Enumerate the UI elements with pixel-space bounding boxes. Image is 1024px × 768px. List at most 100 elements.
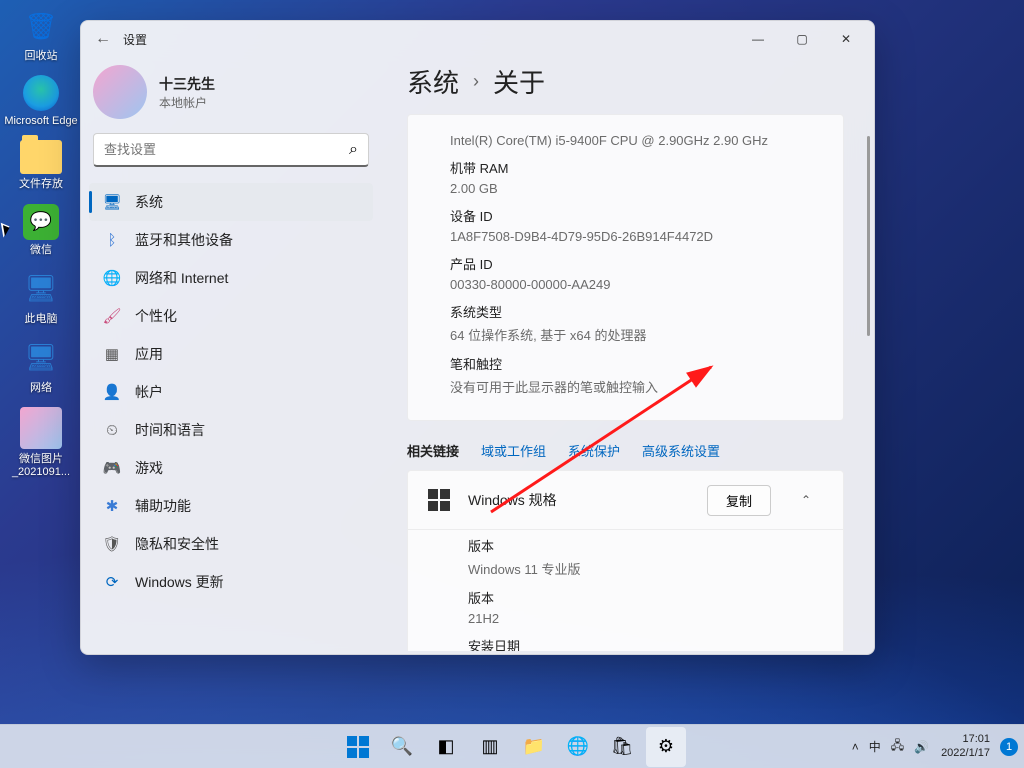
edge-shortcut[interactable]: Microsoft Edge bbox=[4, 75, 78, 128]
scroll-thumb[interactable] bbox=[867, 136, 870, 336]
titlebar[interactable]: ← 设置 — ▢ ✕ bbox=[81, 21, 874, 57]
ver-label: 版本 bbox=[468, 588, 823, 607]
systype-value: 64 位操作系统, 基于 x64 的处理器 bbox=[450, 325, 823, 344]
nav-icon: 🖌 bbox=[103, 307, 121, 325]
device-spec-card: Intel(R) Core(TM) i5-9400F CPU @ 2.90GHz… bbox=[407, 114, 844, 421]
nav-label: 蓝牙和其他设备 bbox=[135, 230, 233, 250]
nav-label: 个性化 bbox=[135, 306, 177, 326]
ver-value: 21H2 bbox=[468, 611, 823, 626]
nav-icon: ⟳ bbox=[103, 573, 121, 591]
cpu-value: Intel(R) Core(TM) i5-9400F CPU @ 2.90GHz… bbox=[450, 133, 823, 148]
nav-label: 网络和 Internet bbox=[135, 268, 228, 288]
nav-icon: ▦ bbox=[103, 345, 121, 363]
scrollbar[interactable] bbox=[866, 114, 870, 651]
breadcrumb: 系统 › 关于 bbox=[381, 61, 874, 114]
nav-label: 隐私和安全性 bbox=[135, 534, 219, 554]
main-pane: 系统 › 关于 Intel(R) Core(TM) i5-9400F CPU @… bbox=[381, 57, 874, 654]
sidebar-item-8[interactable]: ✱ 辅助功能 bbox=[89, 487, 373, 525]
ram-label: 机带 RAM bbox=[450, 158, 823, 177]
minimize-button[interactable]: — bbox=[736, 23, 780, 55]
volume-icon[interactable]: 🔊 bbox=[914, 740, 929, 754]
windows-spec-card: Windows 规格 复制 ⌃ 版本Windows 11 专业版 版本21H2 … bbox=[407, 470, 844, 651]
sidebar-item-4[interactable]: ▦ 应用 bbox=[89, 335, 373, 373]
back-button[interactable]: ← bbox=[87, 30, 119, 48]
taskbar-start-button[interactable] bbox=[338, 727, 378, 767]
nav-icon: 🛡 bbox=[103, 535, 121, 553]
nav-icon: ᛒ bbox=[103, 231, 121, 249]
image-file[interactable]: 微信图片_2021091... bbox=[4, 407, 78, 479]
edge-label: Microsoft Edge bbox=[4, 115, 77, 128]
pen-value: 没有可用于此显示器的笔或触控输入 bbox=[450, 377, 823, 396]
clock-date: 2022/1/17 bbox=[941, 747, 990, 760]
taskbar-edge-button[interactable]: 🌐 bbox=[558, 727, 598, 767]
this-pc[interactable]: 🖥此电脑 bbox=[4, 269, 78, 326]
sidebar-item-7[interactable]: 🎮游戏 bbox=[89, 449, 373, 487]
this-pc-label: 此电脑 bbox=[25, 313, 58, 326]
chevron-up-icon[interactable]: ⌃ bbox=[789, 493, 823, 507]
nav-list: 🖥系统 ᛒ 蓝牙和其他设备 🌐 网络和 Internet 🖌 个性化 ▦ 应用 👤帐户⏲时间和语言… bbox=[89, 183, 373, 601]
profile-name: 十三先生 bbox=[159, 74, 215, 94]
recycle-bin-label: 回收站 bbox=[25, 50, 58, 63]
folder-shortcut[interactable]: 文件存放 bbox=[4, 140, 78, 191]
maximize-button[interactable]: ▢ bbox=[780, 23, 824, 55]
nav-label: 辅助功能 bbox=[135, 496, 191, 516]
crumb-root[interactable]: 系统 bbox=[407, 63, 459, 100]
sidebar: 十三先生 本地帐户 ⌕ 🖥系统 ᛒ 蓝牙和其他设备 🌐 网络和 Internet 🖌 个性化… bbox=[81, 57, 381, 654]
profile-account: 本地帐户 bbox=[159, 94, 215, 111]
settings-window: ← 设置 — ▢ ✕ 十三先生 本地帐户 ⌕ 🖥系统 ᛒ 蓝牙和其他设备 🌐 网络和 I… bbox=[80, 20, 875, 655]
sidebar-item-3[interactable]: 🖌 个性化 bbox=[89, 297, 373, 335]
network-shortcut[interactable]: 🖥网络 bbox=[4, 338, 78, 395]
start-icon bbox=[347, 736, 369, 758]
windows-icon bbox=[428, 489, 450, 511]
link-protect[interactable]: 系统保护 bbox=[568, 441, 620, 460]
inst-label: 安装日期 bbox=[468, 636, 823, 651]
devid-label: 设备 ID bbox=[450, 206, 823, 225]
devid-value: 1A8F7508-D9B4-4D79-95D6-26B914F4472D bbox=[450, 229, 823, 244]
tray-chevron-icon[interactable]: ˄ bbox=[852, 740, 859, 754]
tray[interactable]: ˄ 中 🖧 🔊 bbox=[846, 736, 935, 757]
profile[interactable]: 十三先生 本地帐户 bbox=[89, 61, 373, 133]
link-domain[interactable]: 域或工作组 bbox=[481, 441, 546, 460]
sidebar-item-0[interactable]: 🖥系统 bbox=[89, 183, 373, 221]
prodid-value: 00330-80000-00000-AA249 bbox=[450, 277, 823, 292]
winspec-title: Windows 规格 bbox=[468, 490, 689, 510]
sidebar-item-2[interactable]: 🌐 网络和 Internet bbox=[89, 259, 373, 297]
sidebar-item-5[interactable]: 👤帐户 bbox=[89, 373, 373, 411]
nav-label: 时间和语言 bbox=[135, 420, 205, 440]
close-button[interactable]: ✕ bbox=[824, 23, 868, 55]
sidebar-item-10[interactable]: ⟳ Windows 更新 bbox=[89, 563, 373, 601]
wechat-label: 微信 bbox=[30, 244, 52, 257]
nav-icon: ✱ bbox=[103, 497, 121, 515]
network-icon[interactable]: 🖧 bbox=[891, 736, 904, 757]
copy-button[interactable]: 复制 bbox=[707, 485, 771, 516]
nav-label: Windows 更新 bbox=[135, 572, 224, 592]
taskbar-explorer-button[interactable]: 📁 bbox=[514, 727, 554, 767]
search-input[interactable] bbox=[104, 142, 349, 157]
link-advanced[interactable]: 高级系统设置 bbox=[642, 441, 720, 460]
sidebar-item-9[interactable]: 🛡 隐私和安全性 bbox=[89, 525, 373, 563]
nav-label: 帐户 bbox=[135, 382, 163, 402]
sidebar-item-6[interactable]: ⏲时间和语言 bbox=[89, 411, 373, 449]
wechat-shortcut[interactable]: 💬微信 bbox=[4, 204, 78, 257]
notification-badge[interactable]: 1 bbox=[1000, 738, 1018, 756]
nav-label: 应用 bbox=[135, 344, 163, 364]
recycle-bin[interactable]: 🗑回收站 bbox=[4, 6, 78, 63]
edition-value: Windows 11 专业版 bbox=[468, 559, 823, 578]
taskbar-search-button[interactable]: 🔍 bbox=[382, 727, 422, 767]
nav-icon: 🎮 bbox=[103, 459, 121, 477]
clock[interactable]: 17:01 2022/1/17 bbox=[939, 733, 992, 759]
prodid-label: 产品 ID bbox=[450, 254, 823, 273]
taskbar-taskview-button[interactable]: ◧ bbox=[426, 727, 466, 767]
taskbar-widgets-button[interactable]: ▥ bbox=[470, 727, 510, 767]
search-box[interactable]: ⌕ bbox=[93, 133, 369, 167]
pen-label: 笔和触控 bbox=[450, 354, 823, 373]
winspec-header[interactable]: Windows 规格 复制 ⌃ bbox=[408, 471, 843, 529]
taskbar-settings-button[interactable]: ⚙ bbox=[646, 727, 686, 767]
taskbar-store-button[interactable]: 🛍 bbox=[602, 727, 642, 767]
content-scroll[interactable]: Intel(R) Core(TM) i5-9400F CPU @ 2.90GHz… bbox=[381, 114, 874, 651]
clock-time: 17:01 bbox=[941, 733, 990, 746]
ime-indicator[interactable]: 中 bbox=[869, 738, 881, 755]
sidebar-item-1[interactable]: ᛒ 蓝牙和其他设备 bbox=[89, 221, 373, 259]
chevron-right-icon: › bbox=[473, 71, 479, 92]
nav-icon: 🌐 bbox=[103, 269, 121, 287]
